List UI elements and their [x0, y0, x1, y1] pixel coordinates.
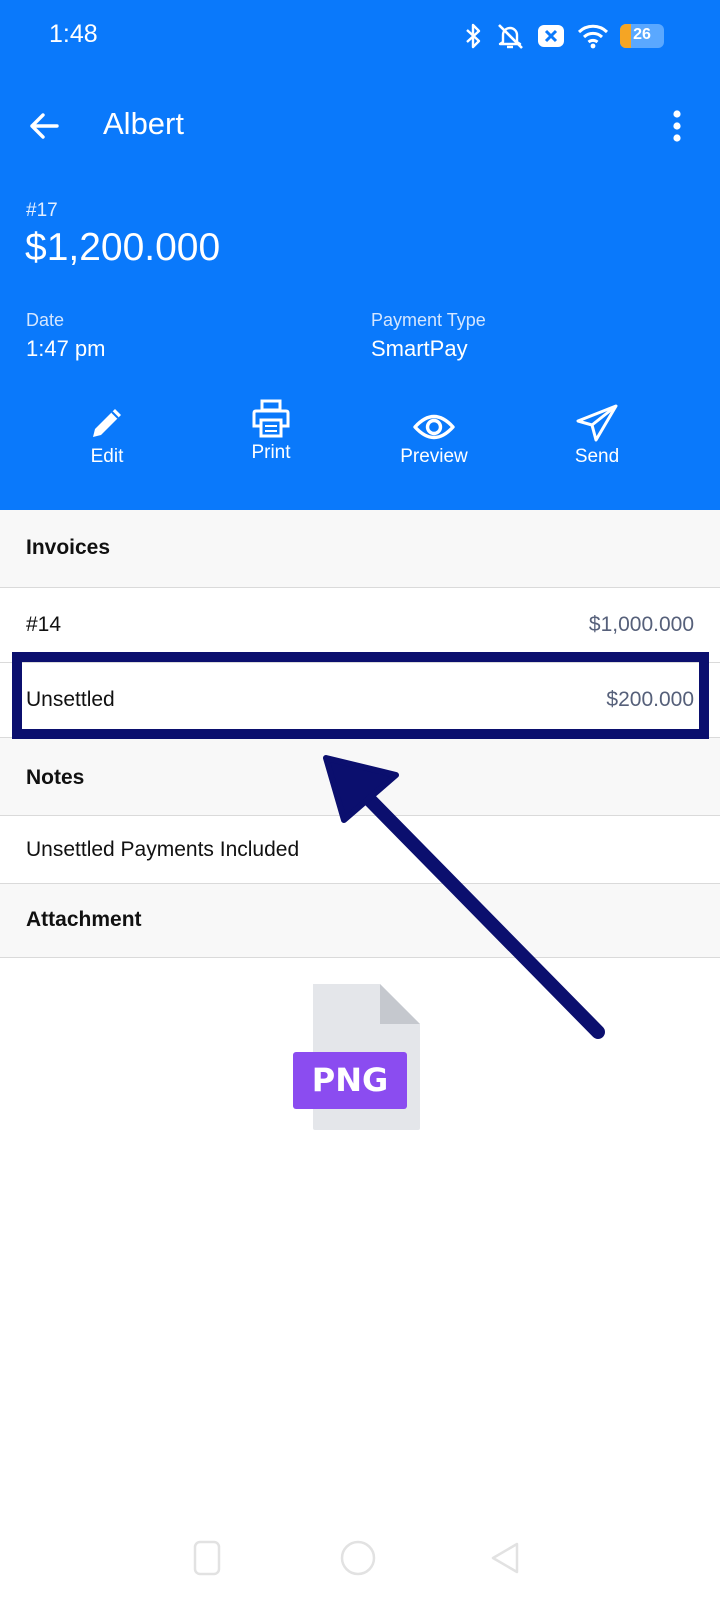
- home-button[interactable]: [338, 1538, 378, 1578]
- printer-icon: [252, 399, 290, 438]
- status-bar: 1:48 26: [0, 0, 720, 70]
- attachment-title: Attachment: [26, 908, 142, 931]
- payment-number: #17: [26, 200, 58, 221]
- notes-row[interactable]: Unsettled Payments Included: [0, 816, 720, 884]
- battery-icon: 26: [620, 24, 664, 48]
- eye-icon: [413, 414, 455, 440]
- notes-section-header: Notes: [0, 738, 720, 816]
- attachment-section-header: Attachment: [0, 884, 720, 958]
- invoices-section-header: Invoices: [0, 510, 720, 588]
- send-label: Send: [574, 446, 620, 467]
- png-file-icon: PNG: [293, 984, 420, 1130]
- notes-title: Notes: [26, 766, 85, 789]
- wifi-icon: [577, 24, 609, 49]
- back-button[interactable]: [20, 102, 68, 150]
- invoice-amount: $1,000.000: [588, 613, 694, 636]
- invoice-number: #14: [26, 613, 62, 636]
- bluetooth-icon: [466, 23, 481, 49]
- png-badge-label: PNG: [312, 1061, 389, 1099]
- edit-button[interactable]: Edit: [47, 402, 167, 468]
- status-time: 1:48: [49, 20, 98, 48]
- battery-percent: 26: [633, 26, 651, 43]
- date-label: Date: [26, 310, 65, 330]
- system-nav-bar: [0, 1520, 720, 1600]
- edit-label: Edit: [90, 446, 124, 467]
- mute-bell-icon: [498, 24, 523, 49]
- pencil-icon: [93, 409, 121, 437]
- payment-header: 1:48 26 Albert #17 $1,200.000 Date 1:47 …: [0, 0, 720, 510]
- date-value: 1:47 pm: [26, 336, 106, 361]
- notes-text: Unsettled Payments Included: [26, 838, 300, 861]
- back-nav-button[interactable]: [490, 1538, 520, 1578]
- preview-label: Preview: [400, 446, 468, 467]
- arrow-left-icon: [30, 113, 59, 139]
- attachment-file[interactable]: PNG: [288, 982, 428, 1137]
- invoices-title: Invoices: [26, 536, 111, 559]
- more-options-button[interactable]: [662, 102, 692, 150]
- recent-apps-button[interactable]: [192, 1538, 222, 1578]
- preview-button[interactable]: Preview: [374, 402, 494, 468]
- payment-amount: $1,200.000: [25, 226, 221, 269]
- send-button[interactable]: Send: [537, 402, 657, 468]
- app-bar: Albert: [0, 90, 720, 162]
- x-badge-icon: [538, 25, 564, 47]
- more-vert-icon: [673, 110, 681, 142]
- annotation-highlight-box: [12, 652, 709, 739]
- print-button[interactable]: Print: [211, 398, 331, 464]
- paper-plane-icon: [576, 404, 618, 442]
- payment-type-label: Payment Type: [371, 310, 486, 330]
- status-icons: 26: [464, 20, 664, 52]
- payment-type-value: SmartPay: [371, 336, 468, 361]
- print-label: Print: [251, 442, 291, 463]
- page-title: Albert: [103, 106, 184, 141]
